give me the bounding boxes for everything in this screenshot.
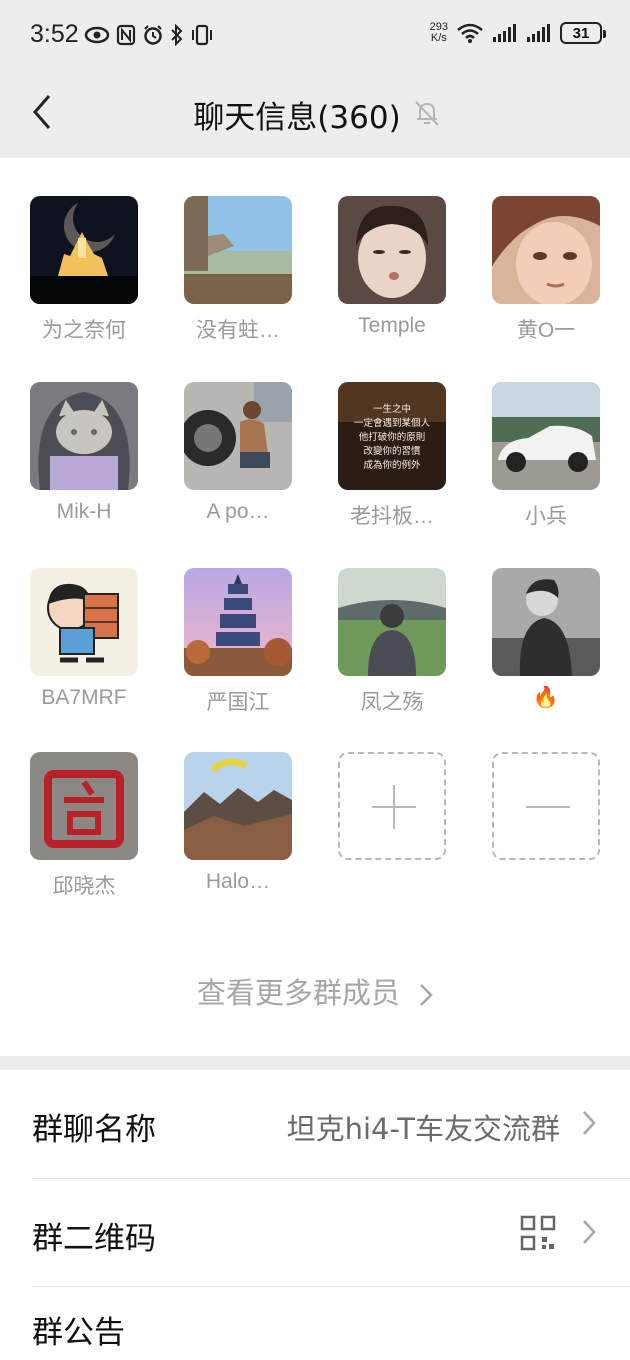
member-item[interactable]: 邱晓杰	[24, 752, 144, 900]
group-qr-label: 群二维码	[32, 1221, 156, 1257]
member-avatar	[184, 382, 292, 490]
status-time: 3:52	[30, 20, 79, 48]
signal-icon-2	[527, 24, 550, 42]
member-name: 黄O一	[516, 319, 576, 342]
network-speed: 293 K/s	[430, 22, 448, 44]
member-avatar	[30, 752, 138, 860]
member-item[interactable]: 严国江	[178, 568, 298, 716]
avatar-quote-text: 一生之中	[373, 403, 411, 415]
member-item[interactable]: 为之奈何	[24, 196, 144, 344]
member-name: 为之奈何	[42, 319, 126, 342]
member-name: Mik-H	[56, 500, 112, 523]
member-item[interactable]: BA7MRF	[24, 568, 144, 710]
member-avatar	[30, 382, 138, 490]
member-avatar	[30, 568, 138, 676]
group-announcement-label: 群公告	[32, 1315, 125, 1351]
group-qr-row[interactable]: 群二维码	[0, 1179, 630, 1287]
group-name-row[interactable]: 群聊名称 坦克hi4-T车友交流群	[0, 1070, 630, 1178]
member-avatar	[492, 382, 600, 490]
member-avatar	[184, 752, 292, 860]
nfc-icon	[116, 24, 136, 46]
member-avatar	[492, 196, 600, 304]
member-avatar	[184, 568, 292, 676]
status-icons-left	[84, 24, 214, 46]
view-more-members-link[interactable]: 查看更多群成员	[0, 970, 630, 1012]
page-title: 聊天信息(360)	[193, 100, 401, 136]
member-item[interactable]: 一生之中 一定會遇到某個人 他打破你的原則 改變你的習慣 成為你的例外 老抖板…	[332, 382, 452, 530]
bluetooth-icon	[171, 24, 183, 46]
member-name: Halo…	[205, 870, 271, 893]
battery-indicator: 31	[560, 22, 606, 44]
vibrate-icon	[192, 24, 212, 46]
members-panel: 为之奈何 没有蛀… Temple 黄O一 Mik-H A po… 一生之中 一定…	[0, 158, 630, 1056]
member-name: 老抖板…	[350, 505, 434, 528]
member-item[interactable]: 凤之殇	[332, 568, 452, 716]
header: 聊天信息(360)	[0, 72, 630, 158]
chevron-right-icon	[420, 984, 433, 1006]
group-announcement-row[interactable]: 群公告	[0, 1287, 630, 1360]
member-name: 小兵	[525, 505, 567, 528]
status-bar: 3:52 293 K/s 31	[0, 0, 630, 72]
wifi-icon	[457, 23, 483, 43]
member-avatar	[338, 568, 446, 676]
eye-icon	[84, 26, 110, 44]
member-name: 严国江	[206, 691, 270, 714]
add-member-button[interactable]	[332, 752, 452, 860]
member-name: A po…	[206, 500, 270, 523]
status-icons-right: 293 K/s 31	[430, 22, 606, 44]
member-name: Temple	[358, 314, 426, 337]
svg-text:成為你的例外: 成為你的例外	[363, 459, 421, 471]
member-name: BA7MRF	[41, 686, 127, 709]
group-name-label: 群聊名称	[32, 1112, 156, 1148]
svg-text:改變你的習慣: 改變你的習慣	[363, 445, 421, 457]
member-name: 凤之殇	[360, 691, 424, 714]
member-item[interactable]: 黄O一	[486, 196, 606, 344]
member-name: 🔥	[532, 686, 560, 709]
signal-icon-1	[493, 24, 516, 42]
member-avatar	[30, 196, 138, 304]
member-item[interactable]: 🔥	[486, 568, 606, 710]
settings-list: 群聊名称 坦克hi4-T车友交流群 群二维码 群公告	[0, 1070, 630, 1360]
alarm-icon	[144, 25, 162, 45]
add-icon	[338, 752, 446, 860]
svg-text:一定會遇到某個人: 一定會遇到某個人	[354, 417, 431, 429]
member-item[interactable]: Halo…	[178, 752, 298, 894]
member-item[interactable]: A po…	[178, 382, 298, 524]
chevron-right-icon	[583, 1111, 596, 1135]
member-item[interactable]: 没有蛀…	[178, 196, 298, 344]
member-avatar	[184, 196, 292, 304]
mute-bell-icon	[415, 101, 439, 126]
member-avatar	[338, 196, 446, 304]
member-avatar: 一生之中 一定會遇到某個人 他打破你的原則 改變你的習慣 成為你的例外	[338, 382, 446, 490]
member-avatar	[492, 568, 600, 676]
qr-code-icon	[520, 1215, 556, 1251]
view-more-members-label: 查看更多群成员	[196, 976, 400, 1010]
member-item[interactable]: Mik-H	[24, 382, 144, 524]
member-name: 没有蛀…	[196, 319, 280, 342]
member-item[interactable]: Temple	[332, 196, 452, 338]
remove-icon	[492, 752, 600, 860]
group-name-value: 坦克hi4-T车友交流群	[286, 1112, 560, 1146]
member-name: 邱晓杰	[52, 875, 116, 898]
chevron-right-icon	[583, 1220, 596, 1244]
svg-text:他打破你的原則: 他打破你的原則	[359, 431, 426, 443]
network-speed-unit: K/s	[430, 32, 447, 44]
member-item[interactable]: 小兵	[486, 382, 606, 530]
remove-member-button[interactable]	[486, 752, 606, 860]
